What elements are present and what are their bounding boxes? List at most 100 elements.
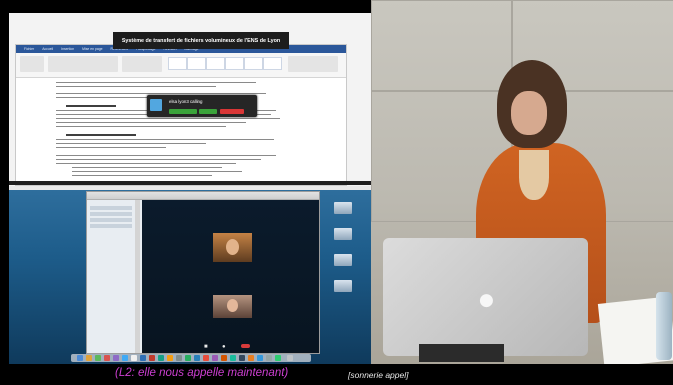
keyboard: [419, 344, 504, 362]
dock-app-icon[interactable]: [95, 355, 101, 361]
text-line: [56, 139, 274, 140]
apple-logo-icon: ●: [479, 290, 494, 310]
remote-video: [213, 233, 252, 262]
style-chip[interactable]: [263, 57, 282, 70]
dock-app-icon[interactable]: [248, 355, 254, 361]
style-chip[interactable]: [187, 57, 206, 70]
dock-app-icon[interactable]: [113, 355, 119, 361]
style-chip[interactable]: [244, 57, 263, 70]
subtitle-speech: (L2: elle nous appelle maintenant): [115, 367, 289, 379]
beige-top: [519, 150, 549, 200]
contact-row[interactable]: [90, 206, 132, 210]
text-line: [56, 126, 226, 127]
dock-app-icon[interactable]: [122, 355, 128, 361]
contact-row[interactable]: [90, 212, 132, 216]
style-chip[interactable]: [206, 57, 225, 70]
water-bottle: [656, 292, 672, 360]
phone-hangup-icon[interactable]: [241, 344, 250, 348]
decline-call-button[interactable]: [220, 109, 244, 114]
subtitle-sound-note: [sonnerie appel]: [348, 370, 409, 380]
dock-app-icon[interactable]: [239, 355, 245, 361]
answer-call-button[interactable]: [169, 109, 197, 114]
laptop: ●: [383, 238, 588, 356]
dock-app-icon[interactable]: [149, 355, 155, 361]
text-line: [56, 147, 166, 148]
dock-app-icon[interactable]: [176, 355, 182, 361]
incoming-call-popup: elsa lyon3 calling: [147, 95, 257, 117]
video-frame: Fichier Accueil Insertion Mise en page R…: [0, 0, 673, 385]
font-group[interactable]: [48, 56, 118, 72]
desktop-icons: [326, 198, 362, 308]
dock-app-icon[interactable]: [221, 355, 227, 361]
presentation-title: Système de transfert de fichiers volumin…: [113, 32, 289, 49]
dock-app-icon[interactable]: [266, 355, 272, 361]
self-participant-face: [227, 299, 238, 312]
text-line: [56, 143, 206, 144]
dock-app-icon[interactable]: [194, 355, 200, 361]
caller-avatar: [150, 99, 162, 111]
call-stage: ■ ●: [142, 200, 319, 353]
text-line: [72, 167, 222, 168]
text-line: [56, 159, 261, 160]
text-line: [72, 175, 212, 176]
text-line: [56, 163, 236, 164]
dock-app-icon[interactable]: [185, 355, 191, 361]
text-line: [56, 118, 280, 119]
contact-row[interactable]: [90, 218, 132, 222]
remote-participant-face: [226, 239, 239, 255]
editing-group[interactable]: [288, 56, 338, 72]
drive-icon[interactable]: [334, 202, 352, 214]
self-view-video: [213, 295, 252, 318]
menu-bar[interactable]: [9, 186, 371, 190]
video-camera-icon[interactable]: ■: [204, 344, 208, 350]
face: [511, 91, 547, 135]
section-heading-line: [66, 134, 136, 136]
incoming-call-title: elsa lyon3 calling: [169, 99, 203, 104]
dock-app-icon[interactable]: [140, 355, 146, 361]
contacts-pane: [87, 200, 143, 353]
skype-call-window: ■ ●: [86, 191, 320, 354]
text-line: [56, 155, 276, 156]
text-line: [72, 171, 242, 172]
desktop-screen: ■ ●: [9, 186, 371, 364]
section-heading-line: [66, 105, 116, 107]
taskbar: [9, 181, 371, 185]
text-line: [56, 93, 266, 94]
text-line: [56, 86, 216, 87]
dock-app-icon[interactable]: [86, 355, 92, 361]
style-chip[interactable]: [225, 57, 244, 70]
paragraph-group[interactable]: [122, 56, 162, 72]
dock-app-icon[interactable]: [257, 355, 263, 361]
drive-icon[interactable]: [334, 254, 352, 266]
dock-app-icon[interactable]: [104, 355, 110, 361]
dock: [71, 354, 311, 362]
contact-row[interactable]: [90, 224, 132, 228]
dock-app-icon[interactable]: [158, 355, 164, 361]
room-camera-view: ●: [371, 0, 673, 364]
ribbon-tab[interactable]: Mise en page: [82, 47, 102, 51]
subtitle-bar: (L2: elle nous appelle maintenant) [sonn…: [0, 364, 673, 385]
dock-app-icon[interactable]: [167, 355, 173, 361]
answer-video-button[interactable]: [199, 109, 217, 114]
dock-app-icon[interactable]: [77, 355, 83, 361]
drive-icon[interactable]: [334, 280, 352, 292]
drive-icon[interactable]: [334, 228, 352, 240]
dock-app-icon[interactable]: [131, 355, 137, 361]
ribbon-tab[interactable]: Fichier: [24, 47, 34, 51]
microphone-icon[interactable]: ●: [222, 344, 226, 350]
dock-app-icon[interactable]: [275, 355, 281, 361]
document-screen: Fichier Accueil Insertion Mise en page R…: [9, 13, 371, 186]
ribbon-toolbar: [16, 53, 346, 78]
trash-icon[interactable]: [287, 355, 293, 361]
text-line: [56, 122, 246, 123]
window-toolbar[interactable]: [87, 192, 319, 200]
dock-app-icon[interactable]: [230, 355, 236, 361]
ribbon-tab[interactable]: Insertion: [61, 47, 74, 51]
dock-app-icon[interactable]: [203, 355, 209, 361]
text-line: [56, 82, 256, 83]
style-chip[interactable]: [168, 57, 187, 70]
clipboard-group[interactable]: [20, 56, 44, 72]
ribbon-tab[interactable]: Accueil: [42, 47, 53, 51]
contacts-scrollbar[interactable]: [135, 200, 140, 353]
dock-app-icon[interactable]: [212, 355, 218, 361]
